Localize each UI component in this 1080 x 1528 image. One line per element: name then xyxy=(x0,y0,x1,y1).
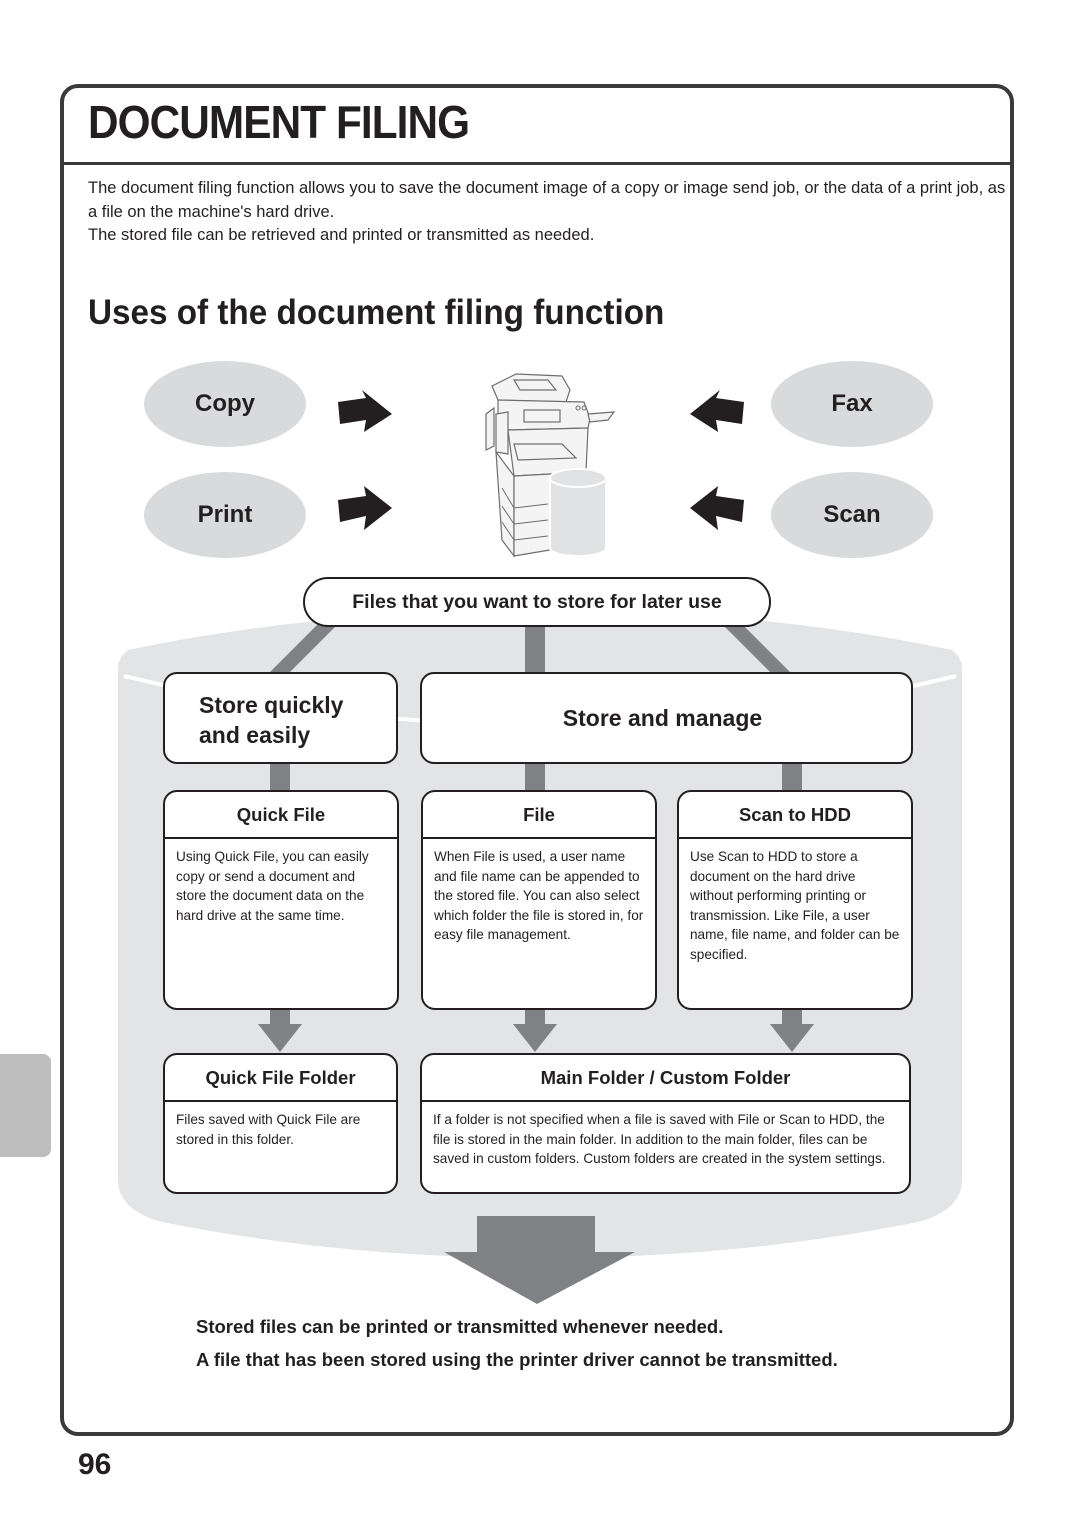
connector-line xyxy=(268,624,338,674)
folder-title: Quick File Folder xyxy=(165,1055,396,1102)
card-title: Quick File xyxy=(165,792,397,839)
source-label: Scan xyxy=(823,501,881,528)
category-label: Store and manage xyxy=(562,705,763,731)
page-title: DOCUMENT FILING xyxy=(88,96,470,148)
folder-title: Main Folder / Custom Folder xyxy=(422,1055,909,1102)
source-fax: Fax xyxy=(771,361,933,447)
card-file: File When File is used, a user name and … xyxy=(421,790,657,1010)
arrow-down-icon xyxy=(258,1008,302,1052)
files-to-store-label: Files that you want to store for later u… xyxy=(303,577,771,627)
page-number: 96 xyxy=(78,1448,112,1481)
connector-line xyxy=(722,624,792,674)
folder-quick-file: Quick File Folder Files saved with Quick… xyxy=(163,1053,398,1194)
connector-line xyxy=(270,760,290,792)
connector-line xyxy=(782,760,802,792)
card-title: Scan to HDD xyxy=(679,792,911,839)
card-scan-to-hdd: Scan to HDD Use Scan to HDD to store a d… xyxy=(677,790,913,1010)
arrow-right-icon xyxy=(338,390,392,432)
source-copy: Copy xyxy=(144,361,306,447)
chapter-side-tab xyxy=(0,1054,51,1157)
arrow-down-icon xyxy=(770,1008,814,1052)
category-store-quickly: Store quickly and easily xyxy=(163,672,398,764)
arrow-down-icon xyxy=(513,1008,557,1052)
source-label: Copy xyxy=(195,390,255,417)
intro-text: The document filing function allows you … xyxy=(88,177,1008,248)
connector-line xyxy=(525,760,545,792)
top-label-text: Files that you want to store for later u… xyxy=(352,590,722,613)
category-store-and-manage: Store and manage xyxy=(420,672,913,764)
section-title: Uses of the document filing function xyxy=(88,293,665,332)
mfp-printer-icon xyxy=(485,373,616,558)
big-arrow-down-icon xyxy=(444,1216,635,1304)
note-printer-driver: A file that has been stored using the pr… xyxy=(196,1349,838,1370)
folder-body: If a folder is not specified when a file… xyxy=(433,1112,886,1167)
arrow-left-icon xyxy=(690,486,744,530)
note-printed-transmitted: Stored files can be printed or transmitt… xyxy=(196,1316,724,1337)
source-scan: Scan xyxy=(771,472,933,558)
folder-main-custom: Main Folder / Custom Folder If a folder … xyxy=(420,1053,911,1194)
source-print: Print xyxy=(144,472,306,558)
intro-line: The stored file can be retrieved and pri… xyxy=(88,226,595,244)
arrow-left-icon xyxy=(690,390,744,432)
hard-drive-icon xyxy=(549,468,607,557)
arrow-right-icon xyxy=(338,486,392,530)
source-label: Print xyxy=(197,501,253,528)
card-body: Use Scan to HDD to store a document on t… xyxy=(690,849,900,962)
folder-body: Files saved with Quick File are stored i… xyxy=(176,1112,361,1147)
connector-line xyxy=(525,624,545,674)
card-title: File xyxy=(423,792,655,839)
card-quick-file: Quick File Using Quick File, you can eas… xyxy=(163,790,399,1010)
card-body: Using Quick File, you can easily copy or… xyxy=(176,849,369,923)
category-label: Store quickly xyxy=(199,692,344,718)
category-label: and easily xyxy=(199,722,311,748)
card-body: When File is used, a user name and file … xyxy=(434,849,644,943)
intro-line: The document filing function allows you … xyxy=(88,179,1006,221)
source-label: Fax xyxy=(831,390,873,417)
